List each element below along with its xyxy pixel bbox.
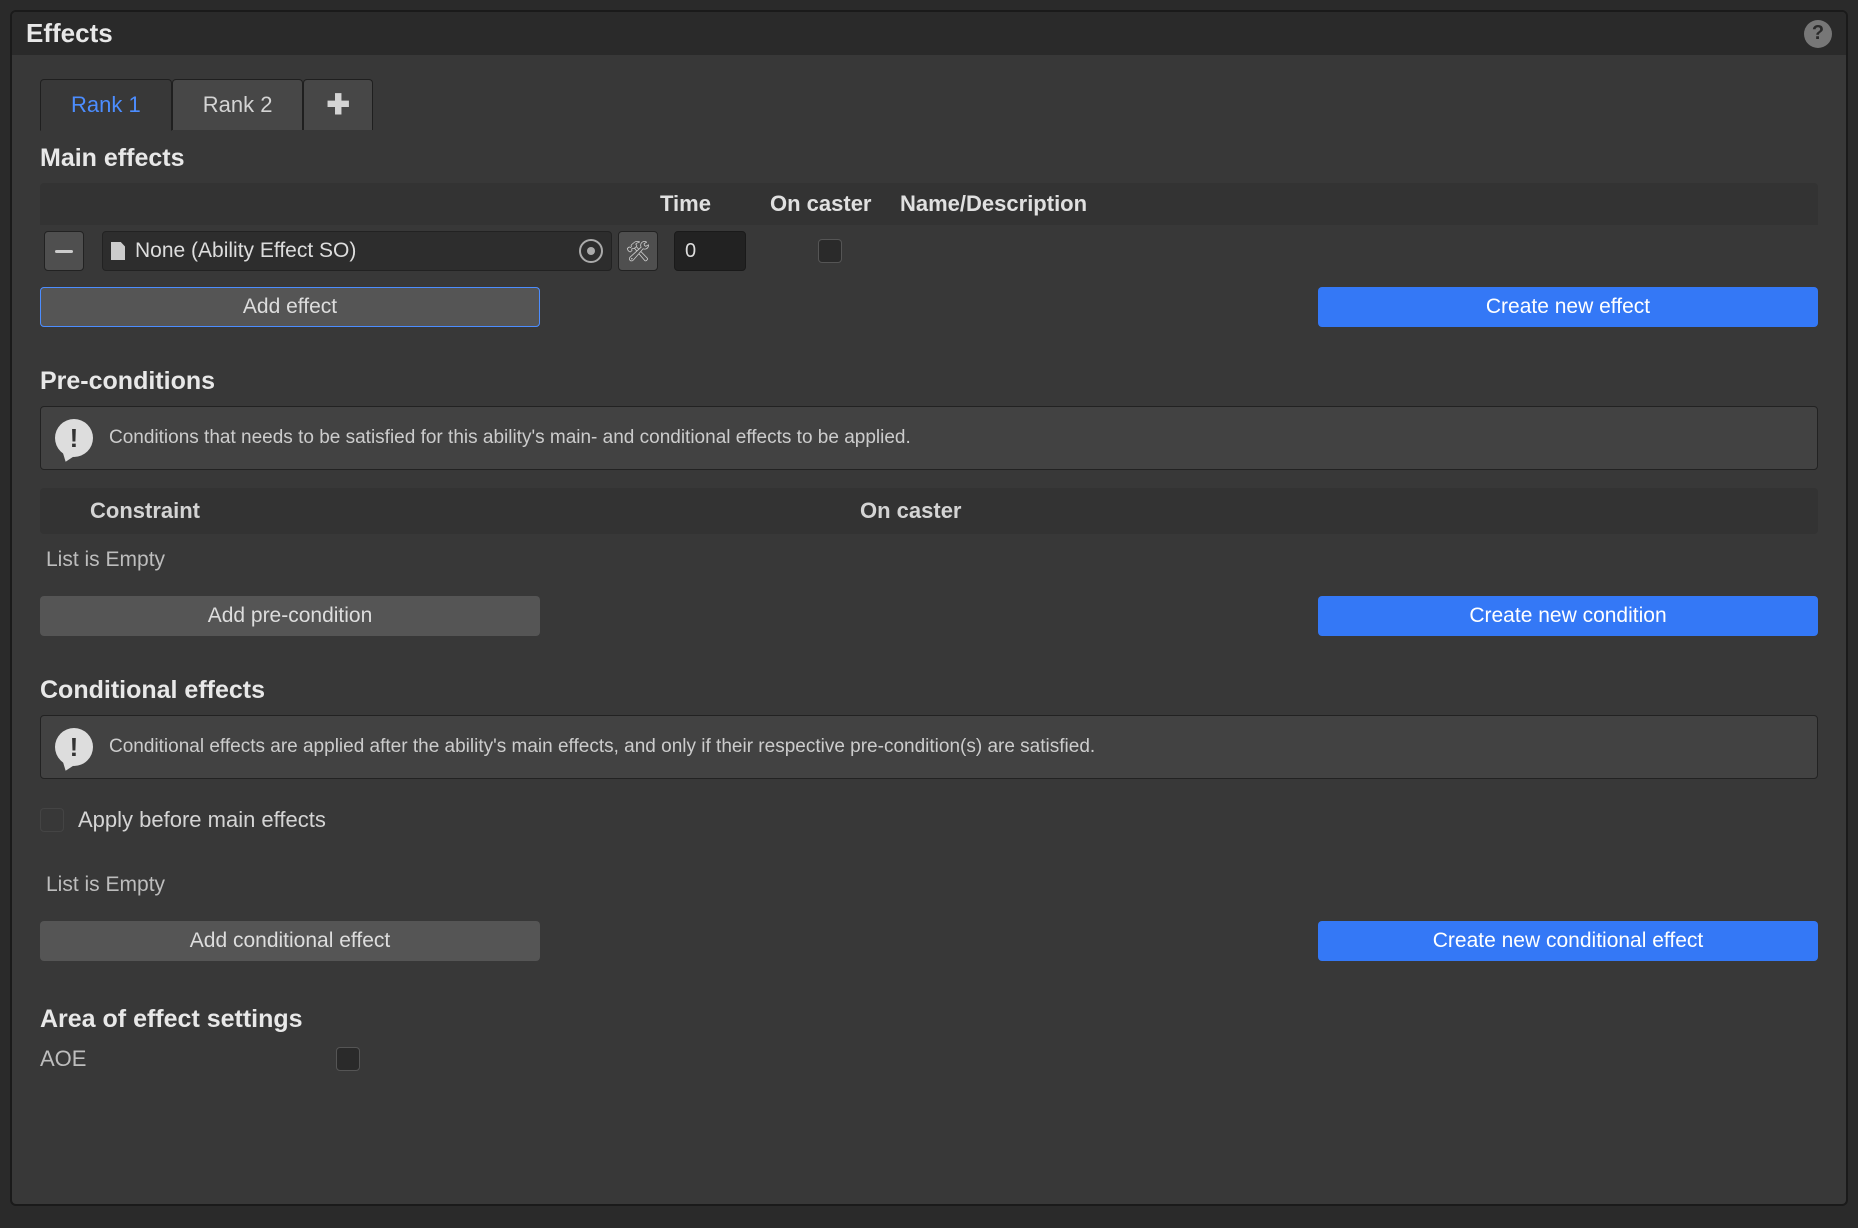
effect-object-field[interactable]: None (Ability Effect SO) (102, 231, 612, 271)
minus-icon (55, 250, 73, 253)
col-header-name-desc: Name/Description (900, 191, 1818, 217)
main-effects-header-row: Time On caster Name/Description (40, 183, 1818, 225)
pre-conditions-header-row: Constraint On caster (40, 488, 1818, 534)
button-label: Create new conditional effect (1433, 929, 1703, 953)
col-header-time: Time (660, 191, 770, 217)
pre-conditions-info-text: Conditions that needs to be satisfied fo… (109, 427, 911, 449)
add-conditional-effect-button[interactable]: Add conditional effect (40, 921, 540, 961)
pre-conditions-info-box: ! Conditions that needs to be satisfied … (40, 406, 1818, 470)
button-label: Add effect (243, 295, 337, 319)
info-icon: ! (55, 419, 93, 457)
conditional-effects-button-row: Add conditional effect Create new condit… (40, 921, 1818, 961)
section-title-aoe: Area of effect settings (40, 1005, 1818, 1034)
button-label: Create new condition (1469, 604, 1666, 628)
button-label: Create new effect (1486, 295, 1650, 319)
add-effect-button[interactable]: Add effect (40, 287, 540, 327)
file-icon (111, 242, 125, 260)
section-title-pre-conditions: Pre-conditions (40, 367, 1818, 396)
effect-time-input[interactable] (674, 231, 746, 271)
conditional-effects-info-box: ! Conditional effects are applied after … (40, 715, 1818, 779)
edit-effect-button[interactable]: 🛠 (618, 231, 658, 271)
tab-label: Rank 1 (71, 92, 141, 118)
tab-rank-2[interactable]: Rank 2 (172, 79, 304, 130)
add-pre-condition-button[interactable]: Add pre-condition (40, 596, 540, 636)
wrench-icon: 🛠 (625, 239, 650, 264)
create-new-condition-button[interactable]: Create new condition (1318, 596, 1818, 636)
create-new-conditional-effect-button[interactable]: Create new conditional effect (1318, 921, 1818, 961)
effect-on-caster-checkbox[interactable] (818, 239, 842, 263)
col-header-on-caster: On caster (860, 498, 1818, 524)
tab-rank-1[interactable]: Rank 1 (40, 79, 172, 131)
apply-before-checkbox[interactable] (40, 808, 64, 832)
panel-title: Effects (26, 18, 113, 49)
apply-before-label: Apply before main effects (78, 807, 326, 833)
aoe-checkbox[interactable] (336, 1047, 360, 1071)
pre-conditions-button-row: Add pre-condition Create new condition (40, 596, 1818, 636)
button-label: Add pre-condition (208, 604, 373, 628)
plus-icon: ✚ (326, 91, 349, 119)
tab-label: Rank 2 (203, 92, 273, 118)
main-effects-row: None (Ability Effect SO) 🛠 (40, 225, 1818, 277)
help-icon[interactable]: ? (1804, 20, 1832, 48)
section-title-main-effects: Main effects (40, 144, 1818, 173)
object-picker-icon[interactable] (579, 239, 603, 263)
effects-panel: Effects ? Rank 1 Rank 2 ✚ Main effects T… (10, 10, 1848, 1206)
aoe-row: AOE (40, 1046, 1818, 1072)
panel-body: Rank 1 Rank 2 ✚ Main effects Time On cas… (12, 55, 1846, 1204)
rank-tabs: Rank 1 Rank 2 ✚ (40, 79, 1818, 130)
aoe-label: AOE (40, 1046, 86, 1072)
remove-effect-button[interactable] (44, 231, 84, 271)
conditional-effects-empty-text: List is Empty (40, 849, 1818, 911)
panel-header: Effects ? (12, 12, 1846, 55)
main-effects-button-row: Add effect Create new effect (40, 287, 1818, 327)
apply-before-row: Apply before main effects (40, 807, 1818, 833)
col-header-on-caster: On caster (770, 191, 900, 217)
col-header-constraint: Constraint (90, 498, 860, 524)
pre-conditions-empty-text: List is Empty (40, 534, 1818, 586)
button-label: Add conditional effect (190, 929, 390, 953)
info-icon: ! (55, 728, 93, 766)
create-new-effect-button[interactable]: Create new effect (1318, 287, 1818, 327)
add-rank-tab[interactable]: ✚ (303, 79, 372, 130)
effect-object-label: None (Ability Effect SO) (135, 239, 356, 263)
section-title-conditional-effects: Conditional effects (40, 676, 1818, 705)
conditional-effects-info-text: Conditional effects are applied after th… (109, 736, 1095, 758)
